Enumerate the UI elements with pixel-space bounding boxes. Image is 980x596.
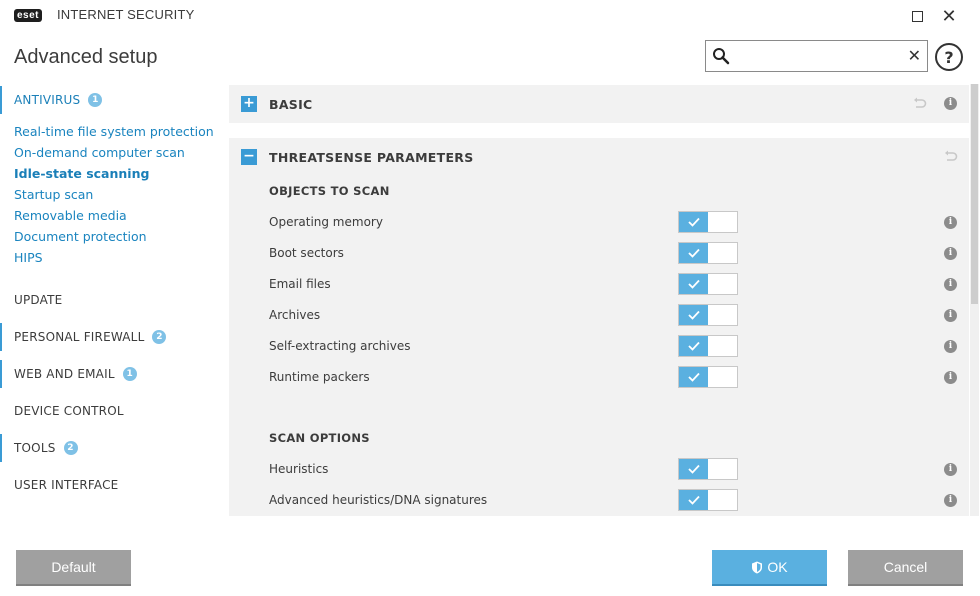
option-label: Self-extracting archives [269,339,411,353]
operating-memory-toggle[interactable] [678,211,738,233]
eset-logo: eset [14,9,43,22]
email-files-toggle[interactable] [678,273,738,295]
sidebar-section-label: WEB AND EMAIL [14,367,115,381]
sidebar-item-startup-scan[interactable]: Startup scan [14,186,93,204]
check-icon [679,459,708,479]
archives-toggle[interactable] [678,304,738,326]
option-label: Runtime packers [269,370,370,384]
info-icon[interactable]: i [944,309,957,322]
revert-icon[interactable] [913,97,927,111]
sidebar-section-device-control[interactable]: DEVICE CONTROL [0,397,228,425]
info-icon[interactable]: i [944,494,957,507]
notification-badge: 2 [152,330,167,344]
boot-sectors-toggle[interactable] [678,242,738,264]
footer: Default OK Cancel [0,527,980,596]
check-icon [679,336,708,356]
sidebar-section-label: TOOLS [14,441,56,455]
info-icon[interactable]: i [944,371,957,384]
check-icon [679,305,708,325]
check-icon [679,490,708,510]
search-box: ✕ [705,40,928,72]
settings-panel: + BASIC i − THREATSENSE PARAMETERS OBJEC… [229,84,969,516]
cancel-button-label: Cancel [883,559,928,575]
sidebar-item-idle-state-scanning[interactable]: Idle-state scanning [14,165,149,183]
sidebar-section-label: USER INTERFACE [14,478,119,492]
collapse-icon[interactable]: − [241,149,257,165]
app-name: INTERNET SECURITY [57,7,195,22]
info-icon[interactable]: i [944,247,957,260]
sidebar-section-antivirus[interactable]: ANTIVIRUS 1 [0,86,228,114]
option-label: Email files [269,277,331,291]
scrollbar-thumb[interactable] [971,84,978,304]
option-label: Heuristics [269,462,329,476]
sidebar-item-document-protection[interactable]: Document protection [14,228,147,246]
maximize-button[interactable] [904,4,930,28]
info-icon[interactable]: i [944,340,957,353]
group-threatsense-parameters[interactable]: − THREATSENSE PARAMETERS [229,138,969,176]
default-button-label: Default [51,559,96,575]
close-icon: ✕ [941,5,957,27]
scan-options-title: SCAN OPTIONS [269,431,370,445]
info-icon[interactable]: i [944,97,957,110]
objects-to-scan-title: OBJECTS TO SCAN [269,184,390,198]
option-label: Archives [269,308,321,322]
info-icon[interactable]: i [944,216,957,229]
close-window-button[interactable]: ✕ [936,4,962,28]
cancel-button[interactable]: Cancel [848,550,963,586]
sidebar-section-tools[interactable]: TOOLS 2 [0,434,228,462]
notification-badge: 2 [63,441,78,455]
group-title: BASIC [269,96,313,112]
advanced-heuristics-toggle[interactable] [678,489,738,511]
info-icon[interactable]: i [944,463,957,476]
info-icon[interactable]: i [944,278,957,291]
sidebar-section-user-interface[interactable]: USER INTERFACE [0,471,228,499]
shield-icon [752,561,763,573]
revert-icon[interactable] [944,150,958,164]
sidebar-section-personal-firewall[interactable]: PERSONAL FIREWALL 2 [0,323,228,351]
sidebar-item-ondemand-scan[interactable]: On-demand computer scan [14,144,185,162]
notification-badge: 1 [88,93,103,107]
ok-button-label: OK [767,559,788,575]
maximize-icon [911,10,923,22]
check-icon [679,367,708,387]
group-title: THREATSENSE PARAMETERS [269,149,474,165]
sidebar: ANTIVIRUS 1 Real-time file system protec… [0,84,228,524]
sidebar-section-label: UPDATE [14,293,63,307]
sidebar-item-hips[interactable]: HIPS [14,249,43,267]
page-title: Advanced setup [14,46,158,68]
notification-badge: 1 [122,367,137,381]
option-label: Advanced heuristics/DNA signatures [269,493,488,507]
self-extracting-archives-toggle[interactable] [678,335,738,357]
option-label: Operating memory [269,215,383,229]
sidebar-section-label: ANTIVIRUS [14,93,81,107]
sidebar-item-removable-media[interactable]: Removable media [14,207,127,225]
group-basic[interactable]: + BASIC i [229,85,969,123]
vertical-scrollbar[interactable] [970,84,979,516]
check-icon [679,274,708,294]
clear-search-icon[interactable]: ✕ [908,45,921,67]
sidebar-item-realtime-protection[interactable]: Real-time file system protection [14,123,214,141]
expand-icon[interactable]: + [241,96,257,112]
sidebar-section-update[interactable]: UPDATE [0,286,228,314]
check-icon [679,243,708,263]
runtime-packers-toggle[interactable] [678,366,738,388]
help-button[interactable]: ? [935,43,963,71]
sidebar-section-label: PERSONAL FIREWALL [14,330,145,344]
option-label: Boot sectors [269,246,344,260]
ok-button[interactable]: OK [712,550,827,586]
check-icon [679,212,708,232]
search-icon [713,48,730,65]
sidebar-section-web-and-email[interactable]: WEB AND EMAIL 1 [0,360,228,388]
sidebar-section-label: DEVICE CONTROL [14,404,124,418]
default-button[interactable]: Default [16,550,131,586]
heuristics-toggle[interactable] [678,458,738,480]
search-input[interactable] [734,45,902,67]
title-bar: eset INTERNET SECURITY ✕ [0,0,980,32]
